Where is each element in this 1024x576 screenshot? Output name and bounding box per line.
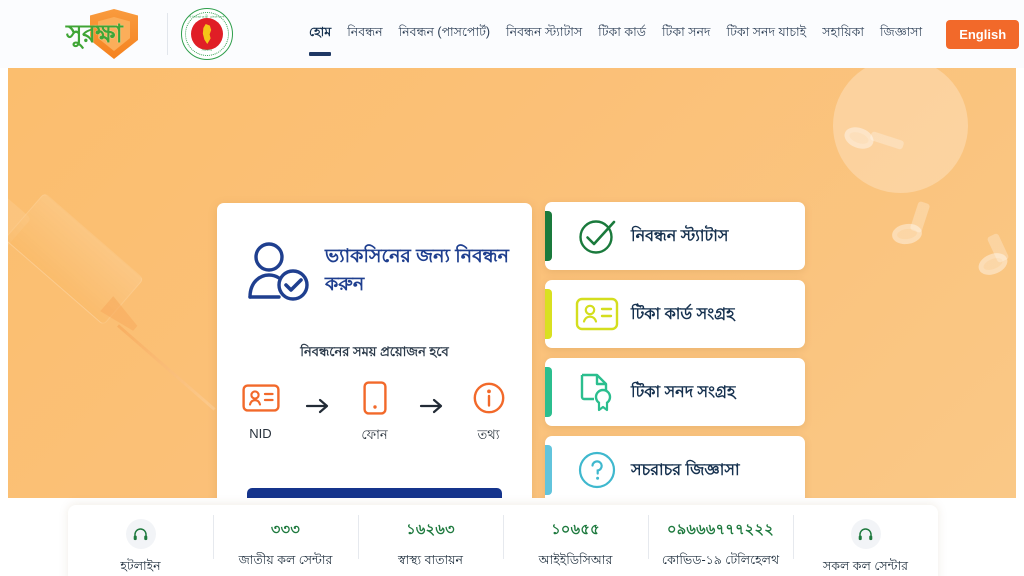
phone-icon (338, 378, 412, 418)
hotline-number: ০৯৬৬৬৭৭৭২২২ (667, 522, 774, 538)
quick-action-card-2[interactable]: টিকা সনদ সংগ্রহ (545, 358, 805, 426)
quick-action-card-label: নিবন্ধন স্ট্যাটাস (631, 227, 729, 245)
hotline-label: হটলাইন (120, 559, 161, 573)
arrow-right-icon (298, 386, 338, 426)
step-nid: NID (224, 378, 298, 441)
registration-card-header: ভ্যাকসিনের জন্য নিবন্ধন করুন (217, 203, 532, 301)
nav-item-2[interactable]: নিবন্ধন (পাসপোর্ট) (391, 0, 498, 68)
headset-icon (850, 519, 881, 549)
quick-action-card-label: টিকা সনদ সংগ্রহ (631, 383, 736, 401)
certificate-icon (569, 371, 625, 413)
syringe-barrel-icon (8, 192, 145, 326)
nav-item-1[interactable]: নিবন্ধন (339, 0, 390, 68)
step-info-label: তথ্য (477, 427, 500, 442)
nav-item-0[interactable]: হোম (301, 0, 339, 68)
registration-card: ভ্যাকসিনের জন্য নিবন্ধন করুন নিবন্ধনের স… (217, 203, 532, 498)
requirement-steps: NID ফোন তথ্য (217, 378, 532, 447)
user-verified-icon (245, 241, 311, 301)
hotline-number: ১৬২৬৩ (406, 522, 455, 538)
headset-icon (125, 519, 156, 549)
card-accent-bar (545, 367, 552, 417)
quick-action-card-1[interactable]: টিকা কার্ড সংগ্রহ (545, 280, 805, 348)
site-header: সুরক্ষা গণপ্রজাতন্ত্রী বাংলাদেশ সরকার হো… (0, 0, 1024, 68)
step-phone: ফোন (338, 378, 412, 447)
step-info: তথ্য (452, 378, 526, 447)
bangladesh-map-icon (202, 24, 212, 44)
seal-bottom-text: সরকার (201, 48, 213, 52)
check-circle-icon (569, 214, 625, 258)
seal-inner-circle (191, 18, 223, 50)
hotline-cell-0[interactable]: হটলাইন (68, 505, 213, 576)
nav-item-7[interactable]: সহায়িকা (814, 0, 872, 68)
hotline-cell-5[interactable]: সকল কল সেন্টার (793, 505, 938, 576)
step-nid-label: NID (249, 426, 272, 441)
primary-navigation: হোম নিবন্ধন নিবন্ধন (পাসপোর্ট) নিবন্ধন স্ট্… (301, 0, 930, 68)
nav-item-3[interactable]: নিবন্ধন স্ট্যাটাস (498, 0, 590, 68)
hotline-label: স্বাস্থ্য বাতায়ন (397, 553, 463, 567)
card-accent-bar (545, 289, 552, 339)
hotline-label: সকল কল সেন্টার (823, 559, 908, 573)
nav-item-6[interactable]: টিকা সনদ যাচাই (719, 0, 815, 68)
language-toggle-button[interactable]: English (946, 19, 1020, 49)
arrow-right-icon (412, 386, 452, 426)
bangladesh-govt-seal-icon: গণপ্রজাতন্ত্রী বাংলাদেশ সরকার (181, 8, 233, 60)
hotline-number: ৩৩৩ (270, 522, 301, 538)
hotline-cell-3[interactable]: ১০৬৫৫ আইইডিসিআর (503, 505, 648, 572)
quick-action-card-3[interactable]: সচরাচর জিজ্ঞাসা (545, 436, 805, 498)
hotline-label: কোভিড-১৯ টেলিহেলথ (661, 553, 780, 567)
id-card-icon (224, 378, 298, 418)
id-card-icon (569, 297, 625, 331)
quick-action-card-0[interactable]: নিবন্ধন স্ট্যাটাস (545, 202, 805, 270)
register-cta-button[interactable] (247, 488, 502, 498)
page-root: সুরক্ষা গণপ্রজাতন্ত্রী বাংলাদেশ সরকার হো… (0, 0, 1024, 576)
quick-action-cards: নিবন্ধন স্ট্যাটাস টিকা কার্ড সংগ্রহ টিকা স… (545, 202, 805, 498)
nav-item-5[interactable]: টিকা সনদ (654, 0, 719, 68)
brand-logos[interactable]: সুরক্ষা গণপ্রজাতন্ত্রী বাংলাদেশ সরকার (62, 8, 233, 60)
seal-top-text: গণপ্রজাতন্ত্রী বাংলাদেশ (189, 15, 225, 19)
hero-banner: ভ্যাকসিনের জন্য নিবন্ধন করুন নিবন্ধনের স… (8, 68, 1016, 498)
nav-item-4[interactable]: টিকা কার্ড (590, 0, 654, 68)
hotline-label: জাতীয় কল সেন্টার (238, 553, 333, 567)
syringe-needle-icon (117, 324, 216, 411)
card-accent-bar (545, 211, 552, 261)
hotline-bar: হটলাইন ৩৩৩ জাতীয় কল সেন্টার ১৬২৬৩ স্বাস্থ্য… (68, 505, 938, 576)
step-phone-label: ফোন (361, 427, 388, 442)
registration-card-title: ভ্যাকসিনের জন্য নিবন্ধন করুন (325, 245, 510, 295)
hotline-cell-2[interactable]: ১৬২৬৩ স্বাস্থ্য বাতায়ন (358, 505, 503, 572)
question-circle-icon (569, 450, 625, 490)
surokkha-logo[interactable]: সুরক্ষা (62, 8, 157, 60)
hotline-label: আইইডিসিআর (538, 553, 613, 567)
quick-action-card-label: সচরাচর জিজ্ঞাসা (631, 461, 740, 479)
info-icon (452, 378, 526, 418)
quick-action-card-label: টিকা কার্ড সংগ্রহ (631, 305, 735, 323)
hotline-cell-4[interactable]: ০৯৬৬৬৭৭৭২২২ কোভিড-১৯ টেলিহেলথ (648, 505, 793, 572)
hotline-cell-1[interactable]: ৩৩৩ জাতীয় কল সেন্টার (213, 505, 358, 572)
hotline-number: ১০৬৫৫ (551, 522, 600, 538)
card-accent-bar (545, 445, 552, 495)
registration-requirements-label: নিবন্ধনের সময় প্রয়োজন হবে (300, 344, 449, 359)
surokkha-logo-text: সুরক্ষা (66, 19, 123, 48)
nav-item-8[interactable]: জিজ্ঞাসা (872, 0, 930, 68)
brand-divider (167, 13, 168, 55)
